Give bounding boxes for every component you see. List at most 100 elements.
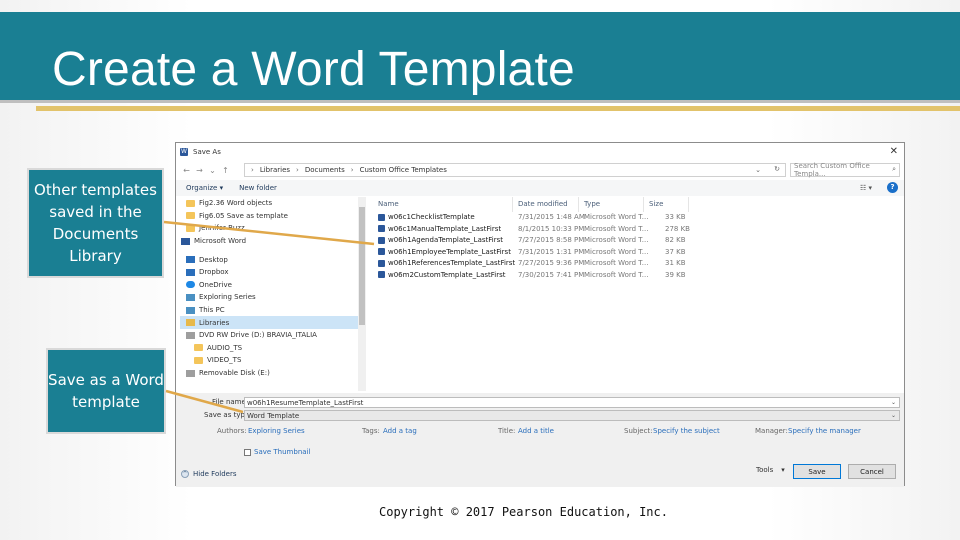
breadcrumb-custom-templates[interactable]: Custom Office Templates xyxy=(360,166,447,174)
hide-folders-button[interactable]: ^ Hide Folders xyxy=(181,470,236,478)
breadcrumb-documents[interactable]: Documents xyxy=(305,166,345,174)
nav-item[interactable]: Microsoft Word xyxy=(180,235,366,248)
nav-item-label: VIDEO_TS xyxy=(207,356,242,365)
save-type-select[interactable]: Word Template ⌄ xyxy=(244,410,900,421)
title-field[interactable]: Add a title xyxy=(518,427,554,435)
checkbox-box[interactable] xyxy=(244,448,251,456)
file-date: 8/1/2015 10:33 PM xyxy=(518,224,585,233)
file-date: 7/31/2015 1:48 AM xyxy=(518,213,585,221)
recent-locations-icon[interactable]: ⌄ xyxy=(206,166,219,175)
cancel-button[interactable]: Cancel xyxy=(848,464,896,479)
search-input[interactable]: Search Custom Office Templa... ⌕ xyxy=(790,162,900,178)
save-type-value: Word Template xyxy=(247,411,300,420)
file-name: w06h1EmployeeTemplate_LastFirst xyxy=(378,248,511,256)
new-folder-button[interactable]: New folder xyxy=(239,184,277,192)
file-row[interactable]: w06h1EmployeeTemplate_LastFirst 7/31/201… xyxy=(372,247,902,259)
organize-button[interactable]: Organize ▾ xyxy=(186,184,223,192)
nav-item-libraries[interactable]: Libraries xyxy=(180,316,366,329)
collapse-icon: ^ xyxy=(181,470,189,478)
file-type: Microsoft Word T... xyxy=(584,259,649,267)
nav-item-label: OneDrive xyxy=(199,280,232,289)
help-icon[interactable]: ? xyxy=(887,182,898,193)
file-size: 39 KB xyxy=(665,270,686,279)
folder-icon xyxy=(186,212,195,220)
close-icon[interactable]: ✕ xyxy=(890,146,898,157)
nav-item[interactable]: Exploring Series xyxy=(180,291,366,304)
nav-item[interactable]: This PC xyxy=(180,304,366,317)
address-dropdown-icon[interactable]: ⌄ xyxy=(755,166,761,174)
file-name-text: w06h1EmployeeTemplate_LastFirst xyxy=(388,247,511,256)
nav-item-label: Removable Disk (E:) xyxy=(199,369,270,378)
nav-item[interactable]: VIDEO_TS xyxy=(180,354,366,367)
nav-item[interactable]: DVD RW Drive (D:) BRAVIA_ITALIA xyxy=(180,329,366,342)
file-row[interactable]: w06c1ChecklistTemplate 7/31/2015 1:48 AM… xyxy=(372,212,902,224)
word-app-icon: W xyxy=(180,148,188,156)
column-divider[interactable] xyxy=(512,197,513,212)
file-type: Microsoft Word T... xyxy=(584,224,649,233)
column-size[interactable]: Size xyxy=(649,200,663,208)
folder-icon xyxy=(194,356,203,364)
nav-item[interactable]: AUDIO_TS xyxy=(180,342,366,355)
callout-save-as-template: Save as a Word template xyxy=(46,348,166,434)
column-name[interactable]: Name xyxy=(378,200,399,208)
nav-item[interactable]: Jennifer Buzz xyxy=(180,222,366,235)
file-row[interactable]: w06h1AgendaTemplate_LastFirst 7/27/2015 … xyxy=(372,235,902,247)
breadcrumb-libraries[interactable]: Libraries xyxy=(260,166,290,174)
column-divider[interactable] xyxy=(578,197,579,212)
file-size: 82 KB xyxy=(665,236,686,244)
view-options-icon[interactable]: ☷ ▾ xyxy=(860,184,872,192)
column-divider[interactable] xyxy=(688,197,689,212)
nav-item[interactable]: Fig6.05 Save as template xyxy=(180,210,366,223)
column-divider[interactable] xyxy=(643,197,644,212)
breadcrumb-separator: › xyxy=(251,166,254,174)
subject-field[interactable]: Specify the subject xyxy=(653,427,720,435)
dropbox-icon xyxy=(186,268,195,276)
authors-field[interactable]: Exploring Series xyxy=(248,427,305,435)
save-form: File name: w06h1ResumeTemplate_LastFirst… xyxy=(176,393,904,487)
slide-title: Create a Word Template xyxy=(52,43,575,96)
file-type: Microsoft Word T... xyxy=(584,236,649,244)
nav-item[interactable]: OneDrive xyxy=(180,279,366,292)
title-label: Title: xyxy=(498,427,516,435)
file-row[interactable]: w06c1ManualTemplate_LastFirst 8/1/2015 1… xyxy=(372,224,902,236)
search-placeholder: Search Custom Office Templa... xyxy=(794,162,870,178)
nav-item[interactable]: Removable Disk (E:) xyxy=(180,367,366,380)
nav-item[interactable]: Desktop xyxy=(180,253,366,266)
file-name-text: w06c1ManualTemplate_LastFirst xyxy=(388,224,502,233)
tags-label: Tags: xyxy=(362,427,380,435)
nav-item[interactable]: Fig2.36 Word objects xyxy=(180,197,366,210)
nav-item[interactable]: Dropbox xyxy=(180,266,366,279)
address-bar[interactable]: › Libraries › Documents › Custom Office … xyxy=(244,163,786,177)
nav-item-label: DVD RW Drive (D:) BRAVIA_ITALIA xyxy=(199,331,317,340)
manager-field[interactable]: Specify the manager xyxy=(788,427,861,435)
tools-menu-button[interactable]: Tools ▾ xyxy=(756,466,785,474)
tags-field[interactable]: Add a tag xyxy=(383,427,417,435)
refresh-icon[interactable]: ↻ xyxy=(774,165,780,173)
save-thumbnail-checkbox[interactable]: Save Thumbnail xyxy=(244,448,310,456)
copyright-footer: Copyright © 2017 Pearson Education, Inc. xyxy=(379,505,668,519)
nav-item-label: Dropbox xyxy=(199,268,229,277)
file-row[interactable]: w06m2CustomTemplate_LastFirst 7/30/2015 … xyxy=(372,270,902,282)
file-name: w06c1ManualTemplate_LastFirst xyxy=(378,225,501,233)
scrollbar-thumb[interactable] xyxy=(359,207,365,325)
file-size: 278 KB xyxy=(665,224,690,233)
nav-item-label: Fig2.36 Word objects xyxy=(199,199,273,208)
column-date-modified[interactable]: Date modified xyxy=(518,200,568,208)
forward-arrow-icon[interactable]: → xyxy=(193,166,206,175)
file-name-text: w06c1ChecklistTemplate xyxy=(388,213,475,221)
folder-icon xyxy=(194,344,203,352)
word-template-icon xyxy=(378,225,385,232)
chevron-down-icon[interactable]: ⌄ xyxy=(891,412,896,419)
chevron-down-icon[interactable]: ⌄ xyxy=(891,399,896,406)
navigation-pane: Fig2.36 Word objects Fig6.05 Save as tem… xyxy=(180,197,366,391)
file-type: Microsoft Word T... xyxy=(584,247,649,256)
nav-item-label: Desktop xyxy=(199,255,228,264)
up-arrow-icon[interactable]: ↑ xyxy=(219,166,232,175)
back-arrow-icon[interactable]: ← xyxy=(180,166,193,175)
file-name-value: w06h1ResumeTemplate_LastFirst xyxy=(247,398,364,407)
save-button[interactable]: Save xyxy=(793,464,841,479)
nav-pane-scrollbar[interactable] xyxy=(358,197,366,391)
column-type[interactable]: Type xyxy=(584,200,600,208)
file-row[interactable]: w06h1ReferencesTemplate_LastFirst 7/27/2… xyxy=(372,258,902,270)
file-name-field[interactable]: w06h1ResumeTemplate_LastFirst ⌄ xyxy=(244,397,900,408)
